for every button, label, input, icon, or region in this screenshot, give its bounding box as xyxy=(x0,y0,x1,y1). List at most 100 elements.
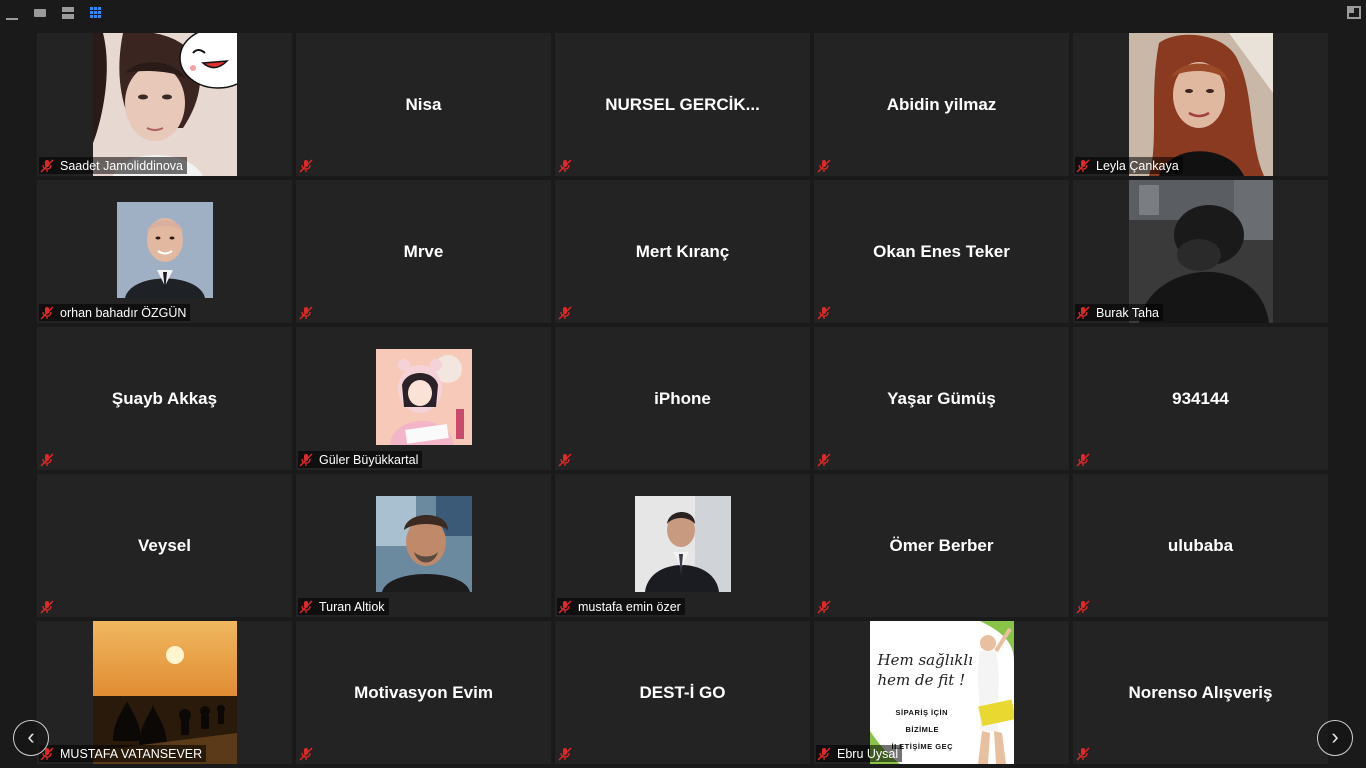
participant-tile[interactable]: Mert Kıranç xyxy=(555,180,810,323)
minimize-icon[interactable] xyxy=(5,6,19,20)
participant-name-display: Mert Kıranç xyxy=(635,241,730,261)
participant-footer: Ebru Uysal xyxy=(816,745,903,762)
participant-footer: orhan bahadır ÖZGÜN xyxy=(39,304,191,321)
participant-footer: Leyla Çankaya xyxy=(1075,157,1183,174)
participant-tile[interactable]: Mrve xyxy=(296,180,551,323)
participant-name-display: ulubaba xyxy=(1167,535,1234,555)
participant-name-display: Motivasyon Evim xyxy=(354,682,493,702)
microphone-muted-icon xyxy=(40,158,54,173)
participant-tile[interactable]: ulubaba xyxy=(1073,474,1328,617)
participant-video xyxy=(92,33,237,176)
participant-footer xyxy=(298,157,313,174)
participant-name-display: Abidin yilmaz xyxy=(886,94,997,114)
participant-name-display: Mrve xyxy=(403,241,444,261)
promo-headline: hem de fit ! xyxy=(877,671,966,689)
participant-footer xyxy=(1075,745,1090,762)
chevron-left-icon: ‹ xyxy=(27,724,35,749)
microphone-muted-icon xyxy=(299,452,313,467)
filmstrip-icon[interactable] xyxy=(61,6,75,20)
participant-name-display: Nisa xyxy=(405,94,442,114)
participant-name: Burak Taha xyxy=(1096,305,1160,320)
participant-name-display: Norenso Alışveriş xyxy=(1128,682,1273,702)
participant-footer xyxy=(1075,451,1090,468)
participant-name: Turan Altiok xyxy=(319,599,385,614)
microphone-muted-icon xyxy=(817,158,831,173)
participant-footer: MUSTAFA VATANSEVER xyxy=(39,745,207,762)
participant-tile[interactable]: MUSTAFA VATANSEVER xyxy=(37,621,292,764)
participant-gallery: Saadet Jamoliddinova Nisa NURSEL GERCİK.… xyxy=(37,33,1332,768)
microphone-muted-icon xyxy=(1076,599,1090,614)
participant-tile[interactable]: mustafa emin özer xyxy=(555,474,810,617)
participant-tile[interactable]: 934144 xyxy=(1073,327,1328,470)
gallery-view-icon[interactable] xyxy=(89,6,103,20)
participant-tile[interactable]: Turan Altiok xyxy=(296,474,551,617)
participant-footer xyxy=(816,451,831,468)
participant-avatar xyxy=(634,496,731,592)
participant-tile[interactable]: orhan bahadır ÖZGÜN xyxy=(37,180,292,323)
promo-cta: SİPARİŞ İÇİN xyxy=(895,708,949,717)
participant-tile[interactable]: Ömer Berber xyxy=(814,474,1069,617)
participant-footer xyxy=(1075,598,1090,615)
speaker-view-icon[interactable] xyxy=(33,6,47,20)
participant-footer xyxy=(557,157,572,174)
exit-fullscreen-icon[interactable] xyxy=(1347,6,1361,19)
participant-tile[interactable]: Okan Enes Teker xyxy=(814,180,1069,323)
participant-name-display: Şuayb Akkaş xyxy=(111,388,218,408)
participant-avatar xyxy=(375,496,472,592)
participant-avatar xyxy=(116,202,213,298)
participant-tile[interactable]: iPhone xyxy=(555,327,810,470)
participant-footer: mustafa emin özer xyxy=(557,598,685,615)
microphone-muted-icon xyxy=(40,305,54,320)
previous-page-button[interactable]: ‹ xyxy=(13,720,49,756)
participant-tile[interactable]: Motivasyon Evim xyxy=(296,621,551,764)
microphone-muted-icon xyxy=(1076,305,1090,320)
participant-tile[interactable]: Veysel xyxy=(37,474,292,617)
participant-name-display: iPhone xyxy=(654,388,711,408)
meeting-toolbar xyxy=(0,0,1366,28)
participant-name-display: NURSEL GERCİK... xyxy=(605,94,760,114)
participant-footer xyxy=(557,451,572,468)
participant-footer xyxy=(816,157,831,174)
microphone-muted-icon xyxy=(558,746,572,761)
participant-name-display: Yaşar Gümüş xyxy=(887,388,996,408)
promo-headline: Hem sağlıklı xyxy=(877,651,973,669)
participant-tile[interactable]: Burak Taha xyxy=(1073,180,1328,323)
microphone-muted-icon xyxy=(558,599,572,614)
participant-name: MUSTAFA VATANSEVER xyxy=(60,746,203,761)
participant-name-display: Ömer Berber xyxy=(889,535,994,555)
microphone-muted-icon xyxy=(1076,452,1090,467)
participant-footer xyxy=(816,598,831,615)
microphone-muted-icon xyxy=(558,452,572,467)
participant-tile[interactable]: Norenso Alışveriş xyxy=(1073,621,1328,764)
participant-name: Güler Büyükkartal xyxy=(319,452,419,467)
participant-tile[interactable]: NURSEL GERCİK... xyxy=(555,33,810,176)
participant-name-display: 934144 xyxy=(1172,388,1229,408)
participant-video xyxy=(1128,180,1273,323)
participant-footer: Turan Altiok xyxy=(298,598,389,615)
participant-tile[interactable]: Yaşar Gümüş xyxy=(814,327,1069,470)
participant-name-display: DEST-İ GO xyxy=(639,682,726,702)
participant-name: mustafa emin özer xyxy=(578,599,681,614)
participant-tile[interactable]: Güler Büyükkartal xyxy=(296,327,551,470)
microphone-muted-icon xyxy=(817,746,831,761)
microphone-muted-icon xyxy=(558,305,572,320)
participant-tile[interactable]: Saadet Jamoliddinova xyxy=(37,33,292,176)
next-page-button[interactable]: › xyxy=(1317,720,1353,756)
participant-footer xyxy=(298,745,313,762)
participant-footer: Burak Taha xyxy=(1075,304,1164,321)
microphone-muted-icon xyxy=(40,599,54,614)
promo-cta: BİZİMLE xyxy=(905,725,939,734)
participant-tile[interactable]: Leyla Çankaya xyxy=(1073,33,1328,176)
participant-tile[interactable]: Abidin yilmaz xyxy=(814,33,1069,176)
microphone-muted-icon xyxy=(40,452,54,467)
participant-tile[interactable]: Hem sağlıklı hem de fit ! SİPARİŞ İÇİN B… xyxy=(814,621,1069,764)
participant-footer xyxy=(298,304,313,321)
microphone-muted-icon xyxy=(1076,746,1090,761)
microphone-muted-icon xyxy=(299,746,313,761)
participant-tile[interactable]: DEST-İ GO xyxy=(555,621,810,764)
participant-tile[interactable]: Nisa xyxy=(296,33,551,176)
microphone-muted-icon xyxy=(1076,158,1090,173)
participant-tile[interactable]: Şuayb Akkaş xyxy=(37,327,292,470)
microphone-muted-icon xyxy=(299,599,313,614)
participant-name-display: Veysel xyxy=(138,535,191,555)
